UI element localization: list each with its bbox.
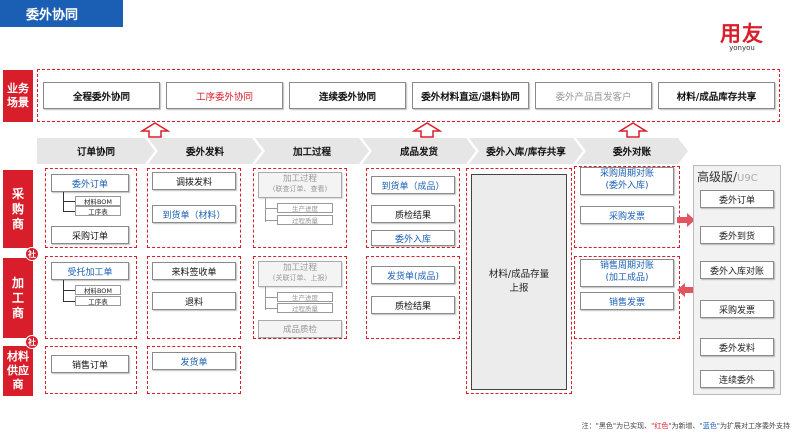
yonyou-logo-sub: yonyou <box>729 44 755 52</box>
scene-direct-to-customer[interactable]: 委外产品直发客户 <box>535 82 652 109</box>
scene-label: 业务场景 <box>3 70 33 122</box>
adv-outsourcing-arrival[interactable]: 委外到货 <box>700 226 774 244</box>
community-badge-1: 社 <box>25 247 39 261</box>
tree-connector <box>265 198 266 222</box>
tree-connector <box>63 280 64 302</box>
production-progress-box[interactable]: 生产进度 <box>277 292 333 302</box>
material-bom-box[interactable]: 材料BOM <box>75 196 121 206</box>
routing-box[interactable]: 工序表 <box>75 206 121 216</box>
adv-continuous-outsourcing[interactable]: 连续委外 <box>700 370 774 388</box>
scene-continuous-outsourcing[interactable]: 连续委外协同 <box>289 82 406 109</box>
outsourcing-order-box[interactable]: 委外订单 <box>51 174 129 192</box>
sales-recon-sub: (加工成品) <box>605 272 649 283</box>
material-receipt-box[interactable]: 来料签收单 <box>152 262 236 280</box>
stage-material-issue[interactable]: 委外发料 <box>148 138 262 164</box>
scene-full-outsourcing[interactable]: 全程委外协同 <box>43 82 160 109</box>
stage-order[interactable]: 订单协同 <box>37 138 155 164</box>
tree-connector <box>63 290 75 291</box>
adv-outsourcing-order[interactable]: 委外订单 <box>700 190 774 208</box>
note-blue: "蓝色" <box>699 422 720 430</box>
sales-recon-box[interactable]: 销售周期对账 (加工成品) <box>580 259 674 287</box>
note-prefix: 注： <box>581 422 596 430</box>
processor-label: 加工商 <box>3 258 33 338</box>
advanced-version: U9C <box>737 173 758 184</box>
finished-arrival-box[interactable]: 到货单（成品） <box>371 176 455 194</box>
sales-order-box[interactable]: 销售订单 <box>51 355 129 373</box>
supplier-shipment-box[interactable]: 发货单 <box>152 352 236 370</box>
inventory-title: 材料/成品存量 <box>488 268 550 280</box>
purchase-recon-sub: (委外入库) <box>605 180 649 191</box>
stage-shipment[interactable]: 成品发货 <box>362 138 476 164</box>
note-red-suffix: 为新增、 <box>671 422 700 430</box>
finished-inspection-box[interactable]: 成品质检 <box>258 320 342 338</box>
material-return-box[interactable]: 退料 <box>152 292 236 310</box>
routing-box[interactable]: 工序表 <box>75 296 121 306</box>
tree-connector <box>63 301 75 302</box>
tree-connector <box>265 297 277 298</box>
process-report-box[interactable]: 加工过程 (关联订单、上报) <box>258 261 342 287</box>
up-arrow-icon <box>618 122 648 138</box>
purchase-recon-title: 采购周期对账 <box>599 169 654 179</box>
note-blue-suffix: 为扩展对工序委外支持 <box>720 422 790 430</box>
purchase-recon-box[interactable]: 采购周期对账 (委外入库) <box>580 167 674 195</box>
transfer-issue-box[interactable]: 调拨发料 <box>152 172 236 190</box>
community-badge-2: 社 <box>25 335 39 349</box>
up-arrow-icon <box>140 122 170 138</box>
tree-connector <box>265 287 266 310</box>
process-view-box[interactable]: 加工过程 (联查订单、查看) <box>258 172 342 198</box>
purchaser-label: 采购商 <box>3 170 33 248</box>
outsourcing-inbound-box[interactable]: 委外入库 <box>371 230 455 246</box>
adv-material-issue[interactable]: 委外发料 <box>700 338 774 356</box>
sales-invoice-box[interactable]: 销售发票 <box>580 292 674 310</box>
stage-reconciliation[interactable]: 委外对账 <box>576 138 688 164</box>
processing-order-box[interactable]: 受托加工单 <box>51 262 129 280</box>
material-bom-box[interactable]: 材料BOM <box>75 285 121 295</box>
process-report-title: 加工过程 <box>282 263 317 273</box>
finished-shipment-box[interactable]: 发货单(成品) <box>371 266 455 284</box>
up-arrow-icon <box>412 122 442 138</box>
process-report-sub: (关联订单、上报) <box>272 273 328 282</box>
note-red: "红色" <box>651 422 672 430</box>
stage-processing[interactable]: 加工过程 <box>255 138 369 164</box>
purchase-invoice-box[interactable]: 采购发票 <box>580 206 674 224</box>
purchase-order-box[interactable]: 采购订单 <box>51 226 129 244</box>
advanced-edition-title: 高级版/U9C <box>697 168 777 185</box>
page-title: 委外协同 <box>0 0 123 27</box>
inspection-result-box[interactable]: 质检结果 <box>371 205 455 223</box>
advanced-title-text: 高级版/ <box>697 170 738 184</box>
inventory-report: 上报 <box>509 283 529 294</box>
process-quality-box[interactable]: 过程质量 <box>277 303 333 313</box>
production-progress-box[interactable]: 生产进度 <box>277 203 333 213</box>
scene-inventory-sharing[interactable]: 材料/成品库存共享 <box>658 82 775 109</box>
tree-connector <box>265 208 277 209</box>
note-black: "黑色"为已实现、 <box>595 422 652 430</box>
material-arrival-box[interactable]: 到货单（材料） <box>152 205 236 223</box>
tree-connector <box>63 211 75 212</box>
processor-inspection-box[interactable]: 质检结果 <box>371 296 455 314</box>
scene-direct-shipping-return[interactable]: 委外材料直运/退料协同 <box>412 82 529 109</box>
adv-inbound-recon[interactable]: 委外入库对账 <box>700 261 774 279</box>
sales-recon-title: 销售周期对账 <box>599 261 654 271</box>
process-view-title: 加工过程 <box>282 174 317 184</box>
stage-inbound[interactable]: 委外入库/库存共享 <box>469 138 583 164</box>
supplier-label: 材料供应商 <box>3 346 33 396</box>
tree-connector <box>63 192 64 212</box>
process-view-sub: (联查订单、查看) <box>272 184 328 193</box>
inventory-box[interactable]: 材料/成品存量 上报 <box>471 174 567 390</box>
tree-connector <box>265 220 277 221</box>
scene-process-outsourcing[interactable]: 工序委外协同 <box>166 82 283 109</box>
adv-purchase-invoice[interactable]: 采购发票 <box>700 300 774 318</box>
legend-note: 注："黑色"为已实现、"红色"为新增、"蓝色"为扩展对工序委外支持 <box>430 421 790 431</box>
tree-connector <box>265 308 277 309</box>
process-quality-box[interactable]: 过程质量 <box>277 215 333 225</box>
tree-connector <box>63 201 75 202</box>
